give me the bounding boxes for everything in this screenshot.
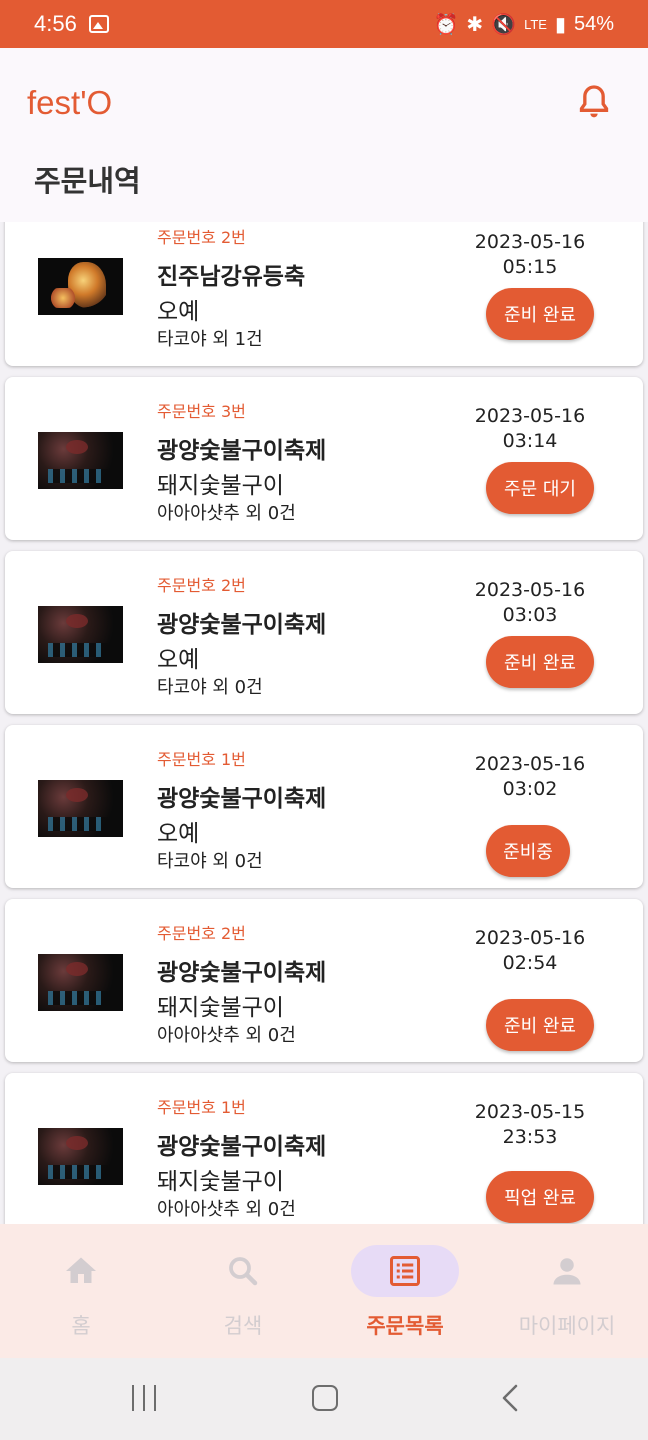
network-type: LTE — [524, 16, 547, 32]
night-fireworks-thumbnail — [38, 606, 123, 663]
status-bar: 4:56 ⏰ ✱ 🔇 LTE ▮ 54% — [0, 0, 648, 48]
order-datetime: 2023-05-16 02:54 — [465, 926, 595, 976]
menu-name: 오예 — [157, 821, 200, 847]
order-number: 주문번호 1번 — [157, 1098, 246, 1117]
order-date: 2023-05-16 — [474, 579, 586, 601]
order-time: 03:03 — [502, 604, 558, 626]
order-card[interactable]: 주문번호 1번 광양숯불구이축제 돼지숯불구이 아아아샷추 외 0건 2023-… — [5, 1073, 643, 1224]
bottom-navigation: 홈 검색 주문목록 마이페이지 — [0, 1224, 648, 1358]
status-button[interactable]: 픽업 완료 — [486, 1171, 594, 1223]
order-datetime: 2023-05-16 05:15 — [465, 230, 595, 280]
nav-order-list[interactable]: 주문목록 — [324, 1224, 486, 1358]
nav-home[interactable]: 홈 — [0, 1224, 162, 1358]
home-icon — [66, 1257, 96, 1283]
order-datetime: 2023-05-15 23:53 — [465, 1100, 595, 1150]
order-card[interactable]: 주문번호 3번 광양숯불구이축제 돼지숯불구이 아아아샷추 외 0건 2023-… — [5, 377, 643, 540]
order-time: 23:53 — [502, 1126, 558, 1148]
order-time: 03:02 — [502, 778, 558, 800]
order-list-icon — [390, 1256, 420, 1286]
nav-label: 홈 — [71, 1314, 91, 1338]
search-icon — [229, 1257, 258, 1286]
order-datetime: 2023-05-16 03:03 — [465, 578, 595, 628]
nav-label: 검색 — [223, 1314, 263, 1338]
nav-mypage[interactable]: 마이페이지 — [486, 1224, 648, 1358]
nav-label: 마이페이지 — [518, 1314, 616, 1338]
order-summary: 타코야 외 1건 — [157, 329, 263, 350]
order-date: 2023-05-16 — [474, 231, 586, 253]
night-fireworks-thumbnail — [38, 780, 123, 837]
night-fireworks-thumbnail — [38, 1128, 123, 1185]
gallery-notification-icon — [88, 15, 109, 33]
system-navigation-bar — [0, 1358, 648, 1440]
signal-icon: ▮ — [554, 13, 566, 36]
menu-name: 돼지숯불구이 — [157, 473, 284, 499]
back-icon[interactable] — [498, 1384, 522, 1412]
order-date: 2023-05-15 — [474, 1101, 586, 1123]
status-button[interactable]: 준비 완료 — [486, 288, 594, 340]
order-number: 주문번호 2번 — [157, 576, 246, 595]
alarm-icon: ⏰ — [433, 13, 459, 36]
app-bar: fest'O 주문내역 — [0, 48, 648, 222]
order-number: 주문번호 1번 — [157, 750, 246, 769]
order-card[interactable]: 주문번호 2번 광양숯불구이축제 돼지숯불구이 아아아샷추 외 0건 2023-… — [5, 899, 643, 1062]
bell-icon[interactable] — [574, 82, 614, 122]
order-date: 2023-05-16 — [474, 927, 586, 949]
festival-name: 진주남강유등축 — [157, 264, 306, 290]
recent-apps-icon[interactable] — [130, 1385, 158, 1411]
festival-name: 광양숯불구이축제 — [157, 438, 327, 464]
order-date: 2023-05-16 — [474, 405, 586, 427]
night-fireworks-thumbnail — [38, 954, 123, 1011]
dragon-lantern-thumbnail — [38, 258, 123, 315]
order-time: 05:15 — [502, 256, 558, 278]
order-time: 02:54 — [502, 952, 558, 974]
order-card[interactable]: 주문번호 2번 진주남강유등축 오예 타코야 외 1건 2023-05-16 0… — [5, 222, 643, 366]
nav-search[interactable]: 검색 — [162, 1224, 324, 1358]
menu-name: 오예 — [157, 647, 200, 673]
order-summary: 아아아샷추 외 0건 — [157, 503, 296, 524]
status-time: 4:56 — [34, 11, 77, 36]
status-button[interactable]: 준비중 — [486, 825, 570, 877]
order-summary: 타코야 외 0건 — [157, 677, 263, 698]
order-number: 주문번호 2번 — [157, 924, 246, 943]
festival-name: 광양숯불구이축제 — [157, 960, 327, 986]
nav-label: 주문목록 — [366, 1314, 444, 1338]
status-button[interactable]: 준비 완료 — [486, 636, 594, 688]
person-icon — [553, 1258, 581, 1285]
order-summary: 아아아샷추 외 0건 — [157, 1199, 296, 1220]
battery-level: 54% — [573, 12, 614, 35]
status-button[interactable]: 준비 완료 — [486, 999, 594, 1051]
menu-name: 오예 — [157, 299, 200, 325]
menu-name: 돼지숯불구이 — [157, 995, 284, 1021]
home-button-icon[interactable] — [312, 1385, 338, 1411]
mute-icon: 🔇 — [491, 13, 517, 36]
order-card[interactable]: 주문번호 2번 광양숯불구이축제 오예 타코야 외 0건 2023-05-16 … — [5, 551, 643, 714]
order-list[interactable]: 주문번호 2번 진주남강유등축 오예 타코야 외 1건 2023-05-16 0… — [0, 222, 648, 1224]
menu-name: 돼지숯불구이 — [157, 1169, 284, 1195]
order-number: 주문번호 2번 — [157, 228, 246, 247]
status-indicators: ⏰ ✱ 🔇 LTE ▮ 54% — [433, 12, 614, 37]
bluetooth-icon: ✱ — [466, 13, 484, 36]
order-card[interactable]: 주문번호 1번 광양숯불구이축제 오예 타코야 외 0건 2023-05-16 … — [5, 725, 643, 888]
order-summary: 아아아샷추 외 0건 — [157, 1025, 296, 1046]
night-fireworks-thumbnail — [38, 432, 123, 489]
festival-name: 광양숯불구이축제 — [157, 786, 327, 812]
app-brand: fest'O — [27, 84, 113, 121]
status-button[interactable]: 주문 대기 — [486, 462, 594, 514]
order-date: 2023-05-16 — [474, 753, 586, 775]
page-title: 주문내역 — [34, 164, 141, 198]
order-datetime: 2023-05-16 03:14 — [465, 404, 595, 454]
festival-name: 광양숯불구이축제 — [157, 612, 327, 638]
order-summary: 타코야 외 0건 — [157, 851, 263, 872]
order-datetime: 2023-05-16 03:02 — [465, 752, 595, 802]
order-time: 03:14 — [502, 430, 558, 452]
order-number: 주문번호 3번 — [157, 402, 246, 421]
festival-name: 광양숯불구이축제 — [157, 1134, 327, 1160]
